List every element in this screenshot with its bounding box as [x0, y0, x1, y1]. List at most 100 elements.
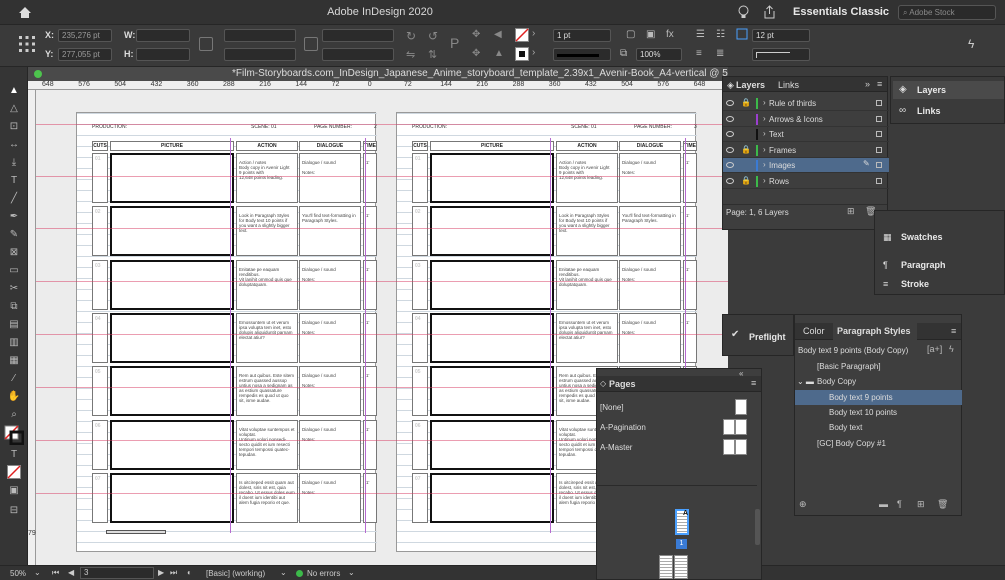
profile-chevron-icon[interactable]: ⌄ — [280, 568, 287, 577]
action-notes[interactable]: Look in Paragraph Styles for Body text 1… — [556, 206, 618, 257]
corner-size-field[interactable]: 12 pt — [752, 29, 810, 42]
layer-select-square-icon[interactable] — [876, 146, 882, 153]
picture-frame[interactable] — [430, 472, 554, 523]
picture-frame[interactable] — [110, 259, 234, 310]
stroke-menu-chevron-icon[interactable]: › — [532, 47, 535, 58]
formatting-affects-text-icon[interactable]: T — [7, 449, 21, 461]
action-notes[interactable]: Look in Paragraph Styles for Body text 1… — [236, 206, 298, 257]
expand-chevron-icon[interactable]: › — [763, 145, 766, 154]
layer-select-square-icon[interactable] — [876, 100, 882, 106]
rectangle-frame-tool-icon[interactable]: ⊠ — [7, 247, 21, 259]
dock-item-swatches[interactable]: Swatches — [901, 232, 943, 242]
sync-status-icon[interactable]: ◐ — [187, 568, 192, 577]
stroke-type-dropdown[interactable] — [553, 48, 611, 61]
scissors-tool-icon[interactable]: ✂ — [7, 283, 21, 295]
select-container-icon[interactable]: ▲ — [494, 48, 504, 59]
tab-pages[interactable]: Pages — [609, 379, 636, 389]
load-styles-icon[interactable]: ⊕ — [799, 499, 807, 510]
folder-icon[interactable]: ⌄ ▬ — [797, 374, 814, 389]
paragraph-style-item[interactable]: Body text 9 points — [795, 389, 962, 405]
style-lightning-icon[interactable]: ϟ — [949, 344, 954, 354]
apply-none-icon[interactable] — [7, 465, 21, 479]
master-none[interactable]: [None] — [600, 403, 624, 412]
action-notes[interactable]: Vitat voluptae suntempos et voluptat. Un… — [236, 419, 298, 470]
dialogue-notes[interactable]: Dialogue / sound Notes: — [299, 259, 361, 310]
paragraph-style-item[interactable]: ⌄ ▬ Body Copy — [795, 374, 962, 389]
action-notes[interactable]: Enitatae pe eaquam renditibus. Vit lanih… — [556, 259, 618, 310]
errors-status[interactable]: No errors — [307, 569, 340, 578]
visibility-eye-icon[interactable] — [726, 146, 734, 153]
visibility-eye-icon[interactable] — [726, 115, 734, 122]
master-a-pagination[interactable]: A-Pagination — [600, 423, 646, 432]
picture-frame[interactable] — [110, 472, 234, 523]
shear-angle-field[interactable] — [322, 48, 394, 61]
pen-target-icon[interactable]: ✎ — [863, 159, 870, 168]
picture-frame[interactable] — [430, 366, 554, 417]
action-notes[interactable]: Action / notes Body copy in Avenir Light… — [236, 153, 298, 203]
direct-selection-tool-icon[interactable]: △ — [7, 103, 21, 115]
clear-overrides-icon[interactable]: ¶ — [897, 499, 902, 509]
picture-frame[interactable] — [110, 419, 234, 470]
width-field[interactable] — [136, 29, 190, 42]
lock-icon[interactable]: 🔒 — [741, 176, 751, 185]
create-style-icon[interactable]: [a+] — [927, 344, 942, 354]
picture-frame[interactable] — [110, 366, 234, 417]
master-a-pagination-left-thumb[interactable] — [723, 419, 735, 435]
rotate-ccw-icon[interactable]: ↺ — [428, 29, 438, 43]
corner-shape-dropdown[interactable] — [752, 48, 810, 61]
flip-horizontal-icon[interactable]: ⇋ — [406, 48, 415, 61]
zoom-dropdown-chevron-icon[interactable]: ⌄ — [34, 568, 41, 577]
text-wrap-bbox-icon[interactable]: ☷ — [716, 29, 725, 40]
frame-fitting-icon[interactable]: ▢ — [626, 29, 635, 40]
picture-frame[interactable] — [110, 312, 234, 363]
content-collector-icon[interactable]: ⤓ — [7, 157, 21, 169]
type-tool-icon[interactable]: T — [7, 175, 21, 187]
page-2-thumbnail[interactable] — [659, 555, 673, 579]
master-a-pagination-right-thumb[interactable] — [735, 419, 747, 435]
pages-scrollbar[interactable] — [755, 509, 760, 545]
paragraph-style-item[interactable]: [Basic Paragraph] — [795, 359, 962, 374]
scale-x-field[interactable] — [224, 29, 296, 42]
master-a-master[interactable]: A-Master — [600, 443, 632, 452]
y-position-field[interactable]: 277,055 pt — [58, 48, 112, 61]
delete-style-icon[interactable]: 🗑 — [937, 499, 948, 510]
text-frame-selection[interactable] — [106, 530, 166, 534]
picture-frame[interactable] — [430, 206, 554, 257]
flip-vertical-icon[interactable]: ⇅ — [428, 48, 437, 61]
errors-chevron-icon[interactable]: ⌄ — [348, 568, 355, 577]
rotation-angle-field[interactable] — [322, 29, 394, 42]
dialogue-notes[interactable]: Dialogue / sound Notes: — [299, 153, 361, 203]
dialogue-notes[interactable]: Dialogue / sound Notes: — [619, 153, 681, 203]
adobe-stock-search[interactable]: ⌕ Adobe Stock — [898, 5, 996, 20]
fill-menu-chevron-icon[interactable]: › — [532, 28, 535, 39]
vertical-ruler[interactable]: 792 — [28, 90, 40, 565]
visibility-eye-icon[interactable] — [726, 177, 734, 184]
tab-paragraph-styles[interactable]: Paragraph Styles — [837, 326, 911, 336]
picture-frame[interactable] — [430, 312, 554, 363]
layer-row[interactable]: › Text — [723, 127, 889, 142]
eyedropper-tool-icon[interactable]: ⁄ — [7, 373, 21, 385]
workspace-switcher[interactable]: Essentials Classic — [793, 6, 889, 18]
rectangle-tool-icon[interactable]: ▭ — [7, 265, 21, 277]
zoom-tool-icon[interactable]: ⌕ — [7, 409, 21, 421]
select-content-icon[interactable]: ✥ — [472, 29, 480, 40]
layer-row[interactable]: 🔒 › Rows — [723, 174, 889, 189]
dock-item-links[interactable]: Links — [917, 106, 941, 116]
next-page-icon[interactable]: ▶ — [158, 568, 164, 577]
line-tool-icon[interactable]: ╱ — [7, 193, 21, 205]
lightbulb-icon[interactable] — [738, 5, 749, 20]
tab-links[interactable]: Links — [778, 80, 799, 90]
constrain-scale-icon[interactable] — [304, 37, 318, 51]
dialogue-notes[interactable]: Dialogue / sound Notes: — [619, 259, 681, 310]
action-notes[interactable]: Enitatae pe eaquam renditibus. Vit lanih… — [236, 259, 298, 310]
gradient-swatch-tool-icon[interactable]: ▤ — [7, 319, 21, 331]
preflight-profile[interactable]: [Basic] (working) — [206, 569, 265, 578]
expand-chevron-icon[interactable]: › — [763, 98, 766, 107]
paragraph-style-item[interactable]: Body text — [795, 420, 962, 435]
expand-chevron-icon[interactable]: › — [763, 114, 766, 123]
layer-row[interactable]: › Arrows & Icons — [723, 112, 889, 127]
expand-chevron-icon[interactable]: › — [763, 129, 766, 138]
stroke-weight-field[interactable]: 1 pt — [553, 29, 611, 42]
action-notes[interactable]: Action / notes Body copy in Avenir Light… — [556, 153, 618, 203]
dialogue-notes[interactable]: You'll find text-formatting in Paragraph… — [299, 206, 361, 257]
